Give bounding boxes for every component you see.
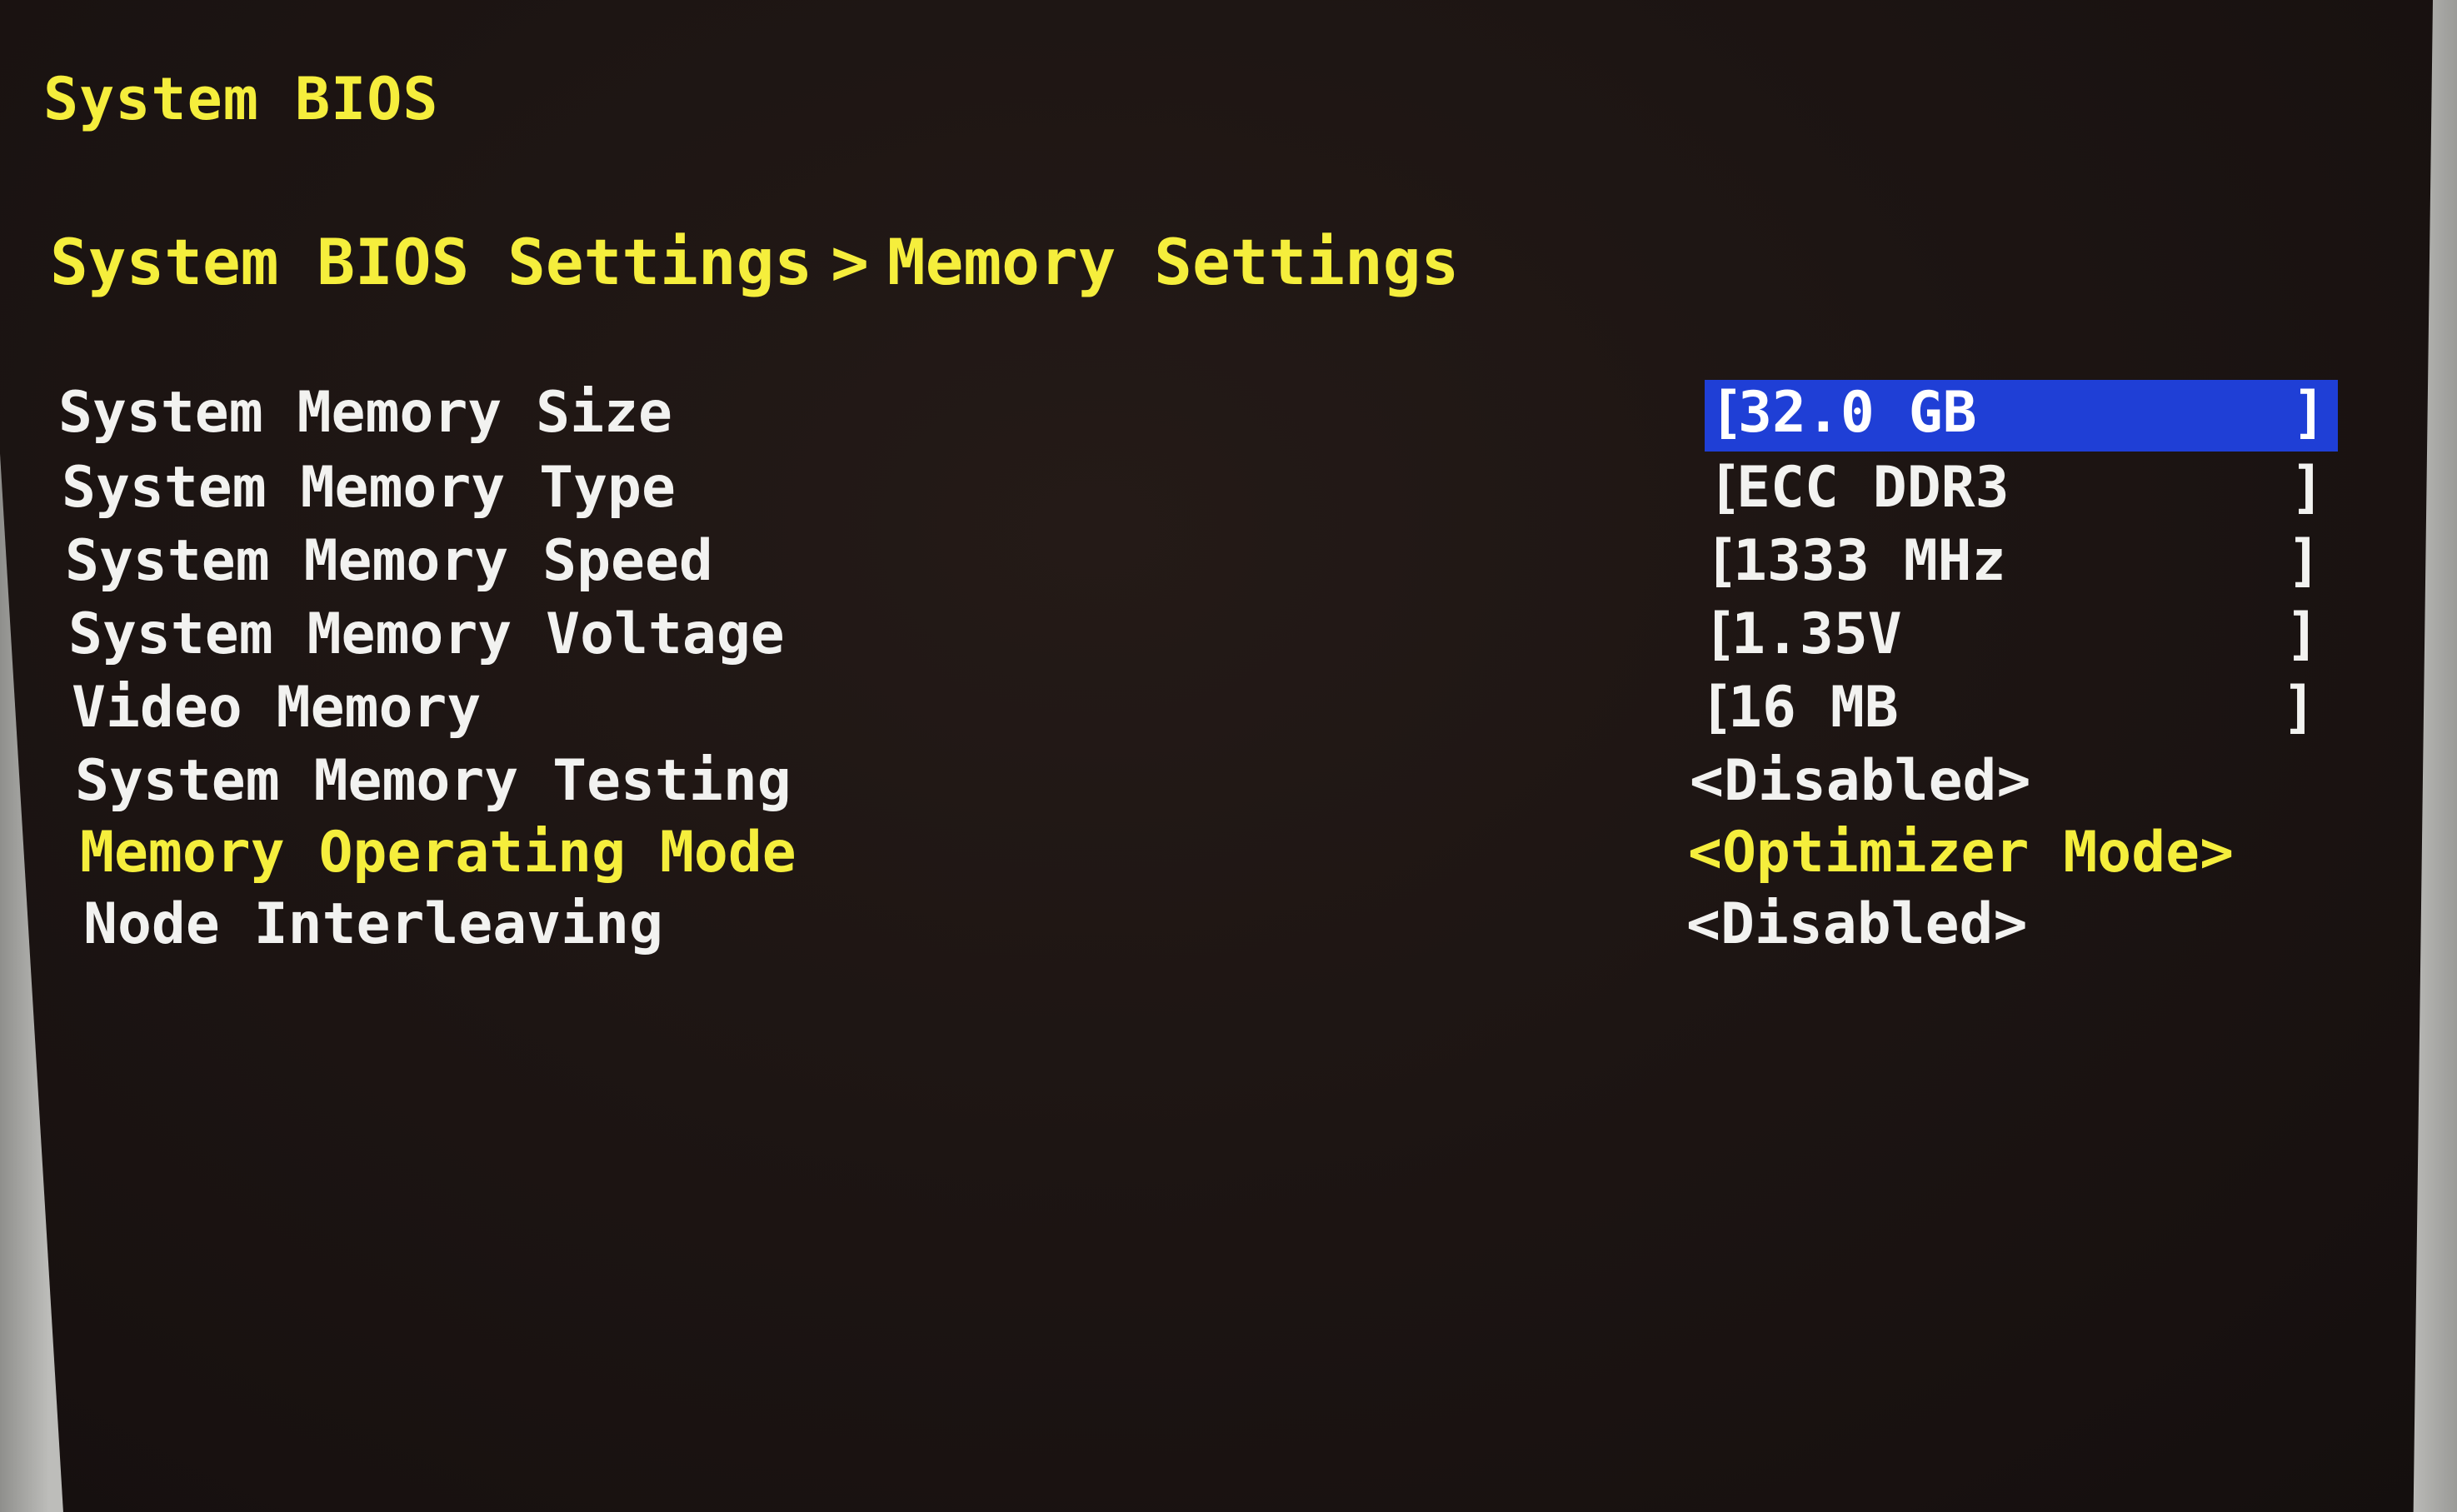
setting-value-field[interactable]: [ ECC DDR3 ] [1703, 455, 2336, 526]
setting-value-field[interactable]: [ 32.0 GB ] [1705, 380, 2338, 452]
setting-row-system-memory-type[interactable]: System Memory Type [ ECC DDR3 ] [0, 455, 2416, 526]
setting-row-node-interleaving[interactable]: Node Interleaving <Disabled> [0, 891, 2416, 963]
right-bracket: ] [2287, 528, 2321, 594]
breadcrumb: System BIOS Settings > Memory Settings [50, 225, 1459, 299]
setting-value: ECC DDR3 [1736, 455, 2010, 521]
setting-value: 16 MB [1728, 675, 1899, 741]
setting-label: System Memory Testing [75, 748, 792, 814]
setting-row-video-memory[interactable]: Video Memory [ 16 MB ] [0, 675, 2416, 746]
setting-value[interactable]: <Optimizer Mode> [1688, 820, 2234, 886]
setting-label: System Memory Voltage [68, 601, 785, 667]
setting-value: 1333 MHz [1733, 528, 2006, 594]
setting-value: 32.0 GB [1738, 380, 1977, 446]
setting-value-field[interactable]: [ 1.35V ] [1698, 601, 2331, 673]
setting-label: System Memory Type [62, 455, 676, 521]
right-bracket: ] [2285, 601, 2320, 667]
setting-label: Memory Operating Mode [80, 820, 797, 886]
setting-label: Node Interleaving [83, 891, 663, 957]
setting-label: Video Memory [72, 675, 482, 741]
setting-value[interactable]: <Disabled> [1686, 891, 2027, 957]
breadcrumb-separator: > [831, 225, 869, 299]
setting-value: 1.35V [1731, 601, 1902, 667]
breadcrumb-parent[interactable]: System BIOS Settings [50, 225, 812, 299]
setting-row-system-memory-size[interactable]: System Memory Size [ 32.0 GB ] [0, 380, 2416, 452]
bios-screen: System BIOS System BIOS Settings > Memory … [0, 0, 2433, 1512]
setting-label: System Memory Size [58, 380, 672, 446]
right-bracket: ] [2290, 455, 2325, 521]
setting-row-system-memory-testing[interactable]: System Memory Testing <Disabled> [0, 748, 2416, 820]
right-bracket: ] [2282, 675, 2316, 741]
setting-row-system-memory-voltage[interactable]: System Memory Voltage [ 1.35V ] [0, 601, 2416, 673]
setting-label: System Memory Speed [65, 528, 713, 594]
setting-value-field[interactable]: [ 1333 MHz ] [1700, 528, 2333, 600]
setting-row-memory-operating-mode[interactable]: Memory Operating Mode <Optimizer Mode> [0, 820, 2416, 891]
setting-value[interactable]: <Disabled> [1690, 748, 2030, 814]
setting-row-system-memory-speed[interactable]: System Memory Speed [ 1333 MHz ] [0, 528, 2416, 600]
breadcrumb-current: Memory Settings [886, 225, 1460, 299]
right-bracket: ] [2292, 380, 2326, 446]
setting-value-field[interactable]: [ 16 MB ] [1695, 675, 2328, 746]
page-title: System BIOS [43, 65, 439, 133]
